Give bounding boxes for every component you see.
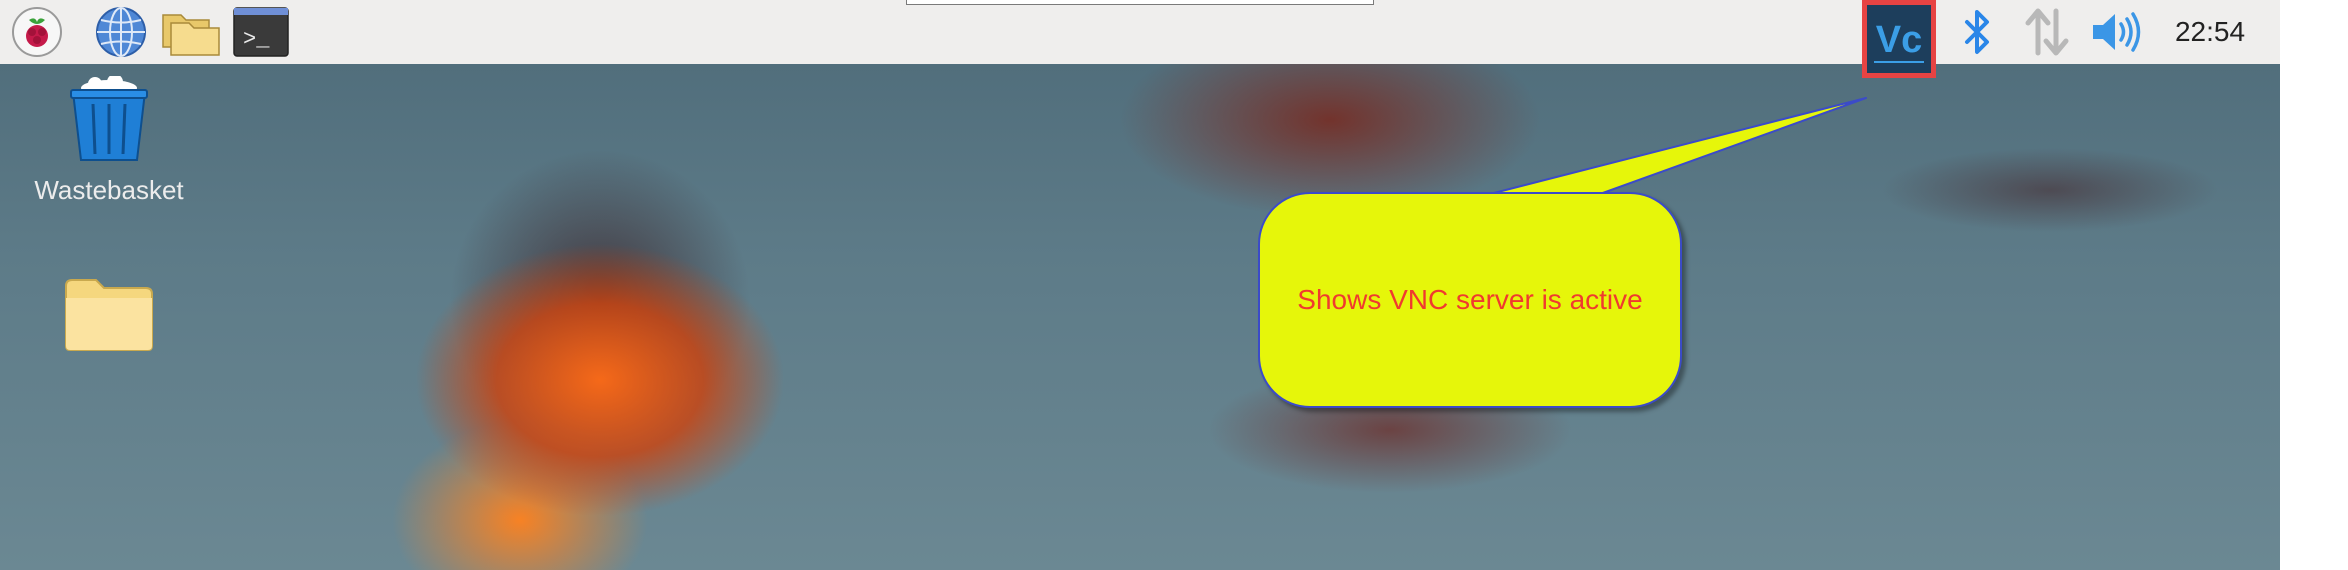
file-manager-button[interactable] — [160, 0, 222, 64]
bluetooth-icon — [1965, 10, 1989, 54]
taskbar-window-button[interactable] — [906, 0, 1374, 5]
callout-text: Shows VNC server is active — [1297, 284, 1643, 315]
callout-bubble: Shows VNC server is active — [1258, 192, 1682, 408]
raspberry-pi-icon — [12, 7, 62, 57]
menu-button[interactable] — [8, 0, 66, 64]
network-tray-button[interactable] — [2022, 0, 2072, 64]
terminal-glyph: >_ — [243, 27, 270, 52]
bluetooth-tray-button[interactable] — [1958, 0, 1996, 64]
wastebasket-icon — [70, 74, 148, 161]
desktop-icon-label: Wastebasket — [34, 175, 184, 205]
vnc-glyph: Vc — [1876, 19, 1922, 61]
volume-icon — [2093, 12, 2141, 52]
top-panel: >_ Vc 22:54 — [0, 0, 2280, 78]
clock[interactable]: 22:54 — [2160, 0, 2260, 64]
callout-pointer — [1489, 97, 1867, 195]
terminal-icon: >_ — [233, 7, 289, 57]
desktop-background: Shows VNC server is active Wastebasket — [0, 0, 2280, 570]
desktop-icon-wastebasket[interactable]: Wastebasket — [14, 74, 204, 206]
volume-tray-button[interactable] — [2090, 0, 2144, 64]
vnc-tray-button[interactable]: Vc — [1862, 0, 1936, 78]
terminal-button[interactable]: >_ — [230, 0, 292, 64]
globe-icon — [96, 7, 146, 57]
folder-icon[interactable] — [64, 278, 154, 352]
folder-icon — [162, 14, 220, 56]
network-arrows-icon — [2025, 8, 2069, 56]
web-browser-button[interactable] — [92, 0, 150, 64]
vnc-icon: Vc — [1872, 12, 1926, 66]
